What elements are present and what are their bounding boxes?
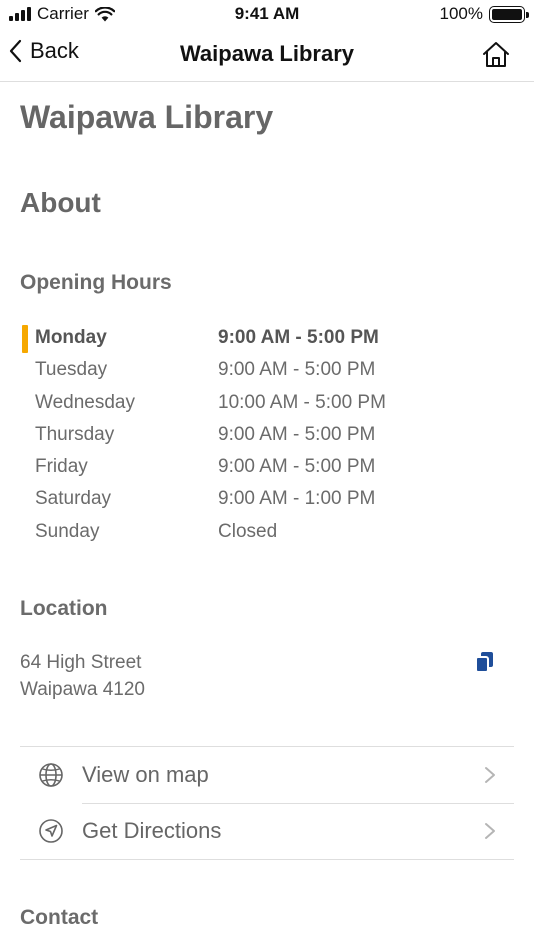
battery-percent: 100% xyxy=(439,4,483,23)
nav-title: Waipawa Library xyxy=(179,41,354,66)
hours-row-monday: Monday 9:00 AM - 5:00 PM xyxy=(20,323,514,355)
chevron-right-icon xyxy=(485,767,495,783)
copy-icon[interactable] xyxy=(472,649,498,675)
hours-time: 9:00 AM - 1:00 PM xyxy=(218,488,376,510)
hours-time: Closed xyxy=(218,520,278,542)
address-line-1: 64 High Street xyxy=(20,652,142,673)
battery-icon xyxy=(489,5,529,23)
hours-day: Monday xyxy=(35,327,107,348)
hours-day: Sunday xyxy=(35,520,100,542)
hours-day: Saturday xyxy=(35,488,112,510)
hours-day: Wednesday xyxy=(35,391,135,413)
battery-fill xyxy=(492,8,522,20)
view-on-map-button[interactable]: View on map xyxy=(20,747,514,803)
hours-row-saturday: Saturday 9:00 AM - 1:00 PM xyxy=(20,484,514,516)
back-button[interactable]: Back xyxy=(8,38,79,64)
chevron-right-icon xyxy=(485,823,495,839)
hours-time: 9:00 AM - 5:00 PM xyxy=(218,423,376,445)
hours-time: 9:00 AM - 5:00 PM xyxy=(218,359,376,381)
hours-time: 9:00 AM - 5:00 PM xyxy=(218,327,379,348)
hours-row-thursday: Thursday 9:00 AM - 5:00 PM xyxy=(20,420,514,452)
today-indicator xyxy=(22,325,28,353)
hours-row-wednesday: Wednesday 10:00 AM - 5:00 PM xyxy=(20,388,514,420)
location-actions-list: View on map Get Directions xyxy=(20,746,514,860)
opening-hours-heading: Opening Hours xyxy=(20,271,172,294)
contact-heading: Contact xyxy=(20,906,99,929)
back-label: Back xyxy=(30,38,79,63)
home-icon[interactable] xyxy=(480,39,512,71)
chevron-left-icon xyxy=(9,39,22,63)
navigation-icon xyxy=(39,819,63,843)
hours-day: Friday xyxy=(35,456,88,478)
navigation-bar: Back Waipawa Library xyxy=(0,30,534,82)
hours-row-tuesday: Tuesday 9:00 AM - 5:00 PM xyxy=(20,355,514,387)
status-right: 100% xyxy=(439,4,529,24)
address-line-2: Waipawa 4120 xyxy=(20,679,145,700)
hours-day: Tuesday xyxy=(35,359,108,381)
get-directions-button[interactable]: Get Directions xyxy=(20,803,514,859)
page-title: Waipawa Library xyxy=(20,99,274,135)
hours-row-sunday: Sunday Closed xyxy=(20,517,514,549)
location-heading: Location xyxy=(20,597,108,620)
action-label: Get Directions xyxy=(82,818,222,843)
hours-row-friday: Friday 9:00 AM - 5:00 PM xyxy=(20,452,514,484)
action-label: View on map xyxy=(82,762,209,787)
address: 64 High Street Waipawa 4120 xyxy=(20,649,145,703)
about-heading: About xyxy=(20,187,101,218)
globe-icon xyxy=(39,763,63,787)
hours-day: Thursday xyxy=(35,423,115,445)
hours-time: 10:00 AM - 5:00 PM xyxy=(218,391,386,413)
hours-time: 9:00 AM - 5:00 PM xyxy=(218,456,376,478)
opening-hours-list: Monday 9:00 AM - 5:00 PM Tuesday 9:00 AM… xyxy=(20,323,514,549)
status-bar: Carrier 9:41 AM 100% xyxy=(0,0,534,30)
